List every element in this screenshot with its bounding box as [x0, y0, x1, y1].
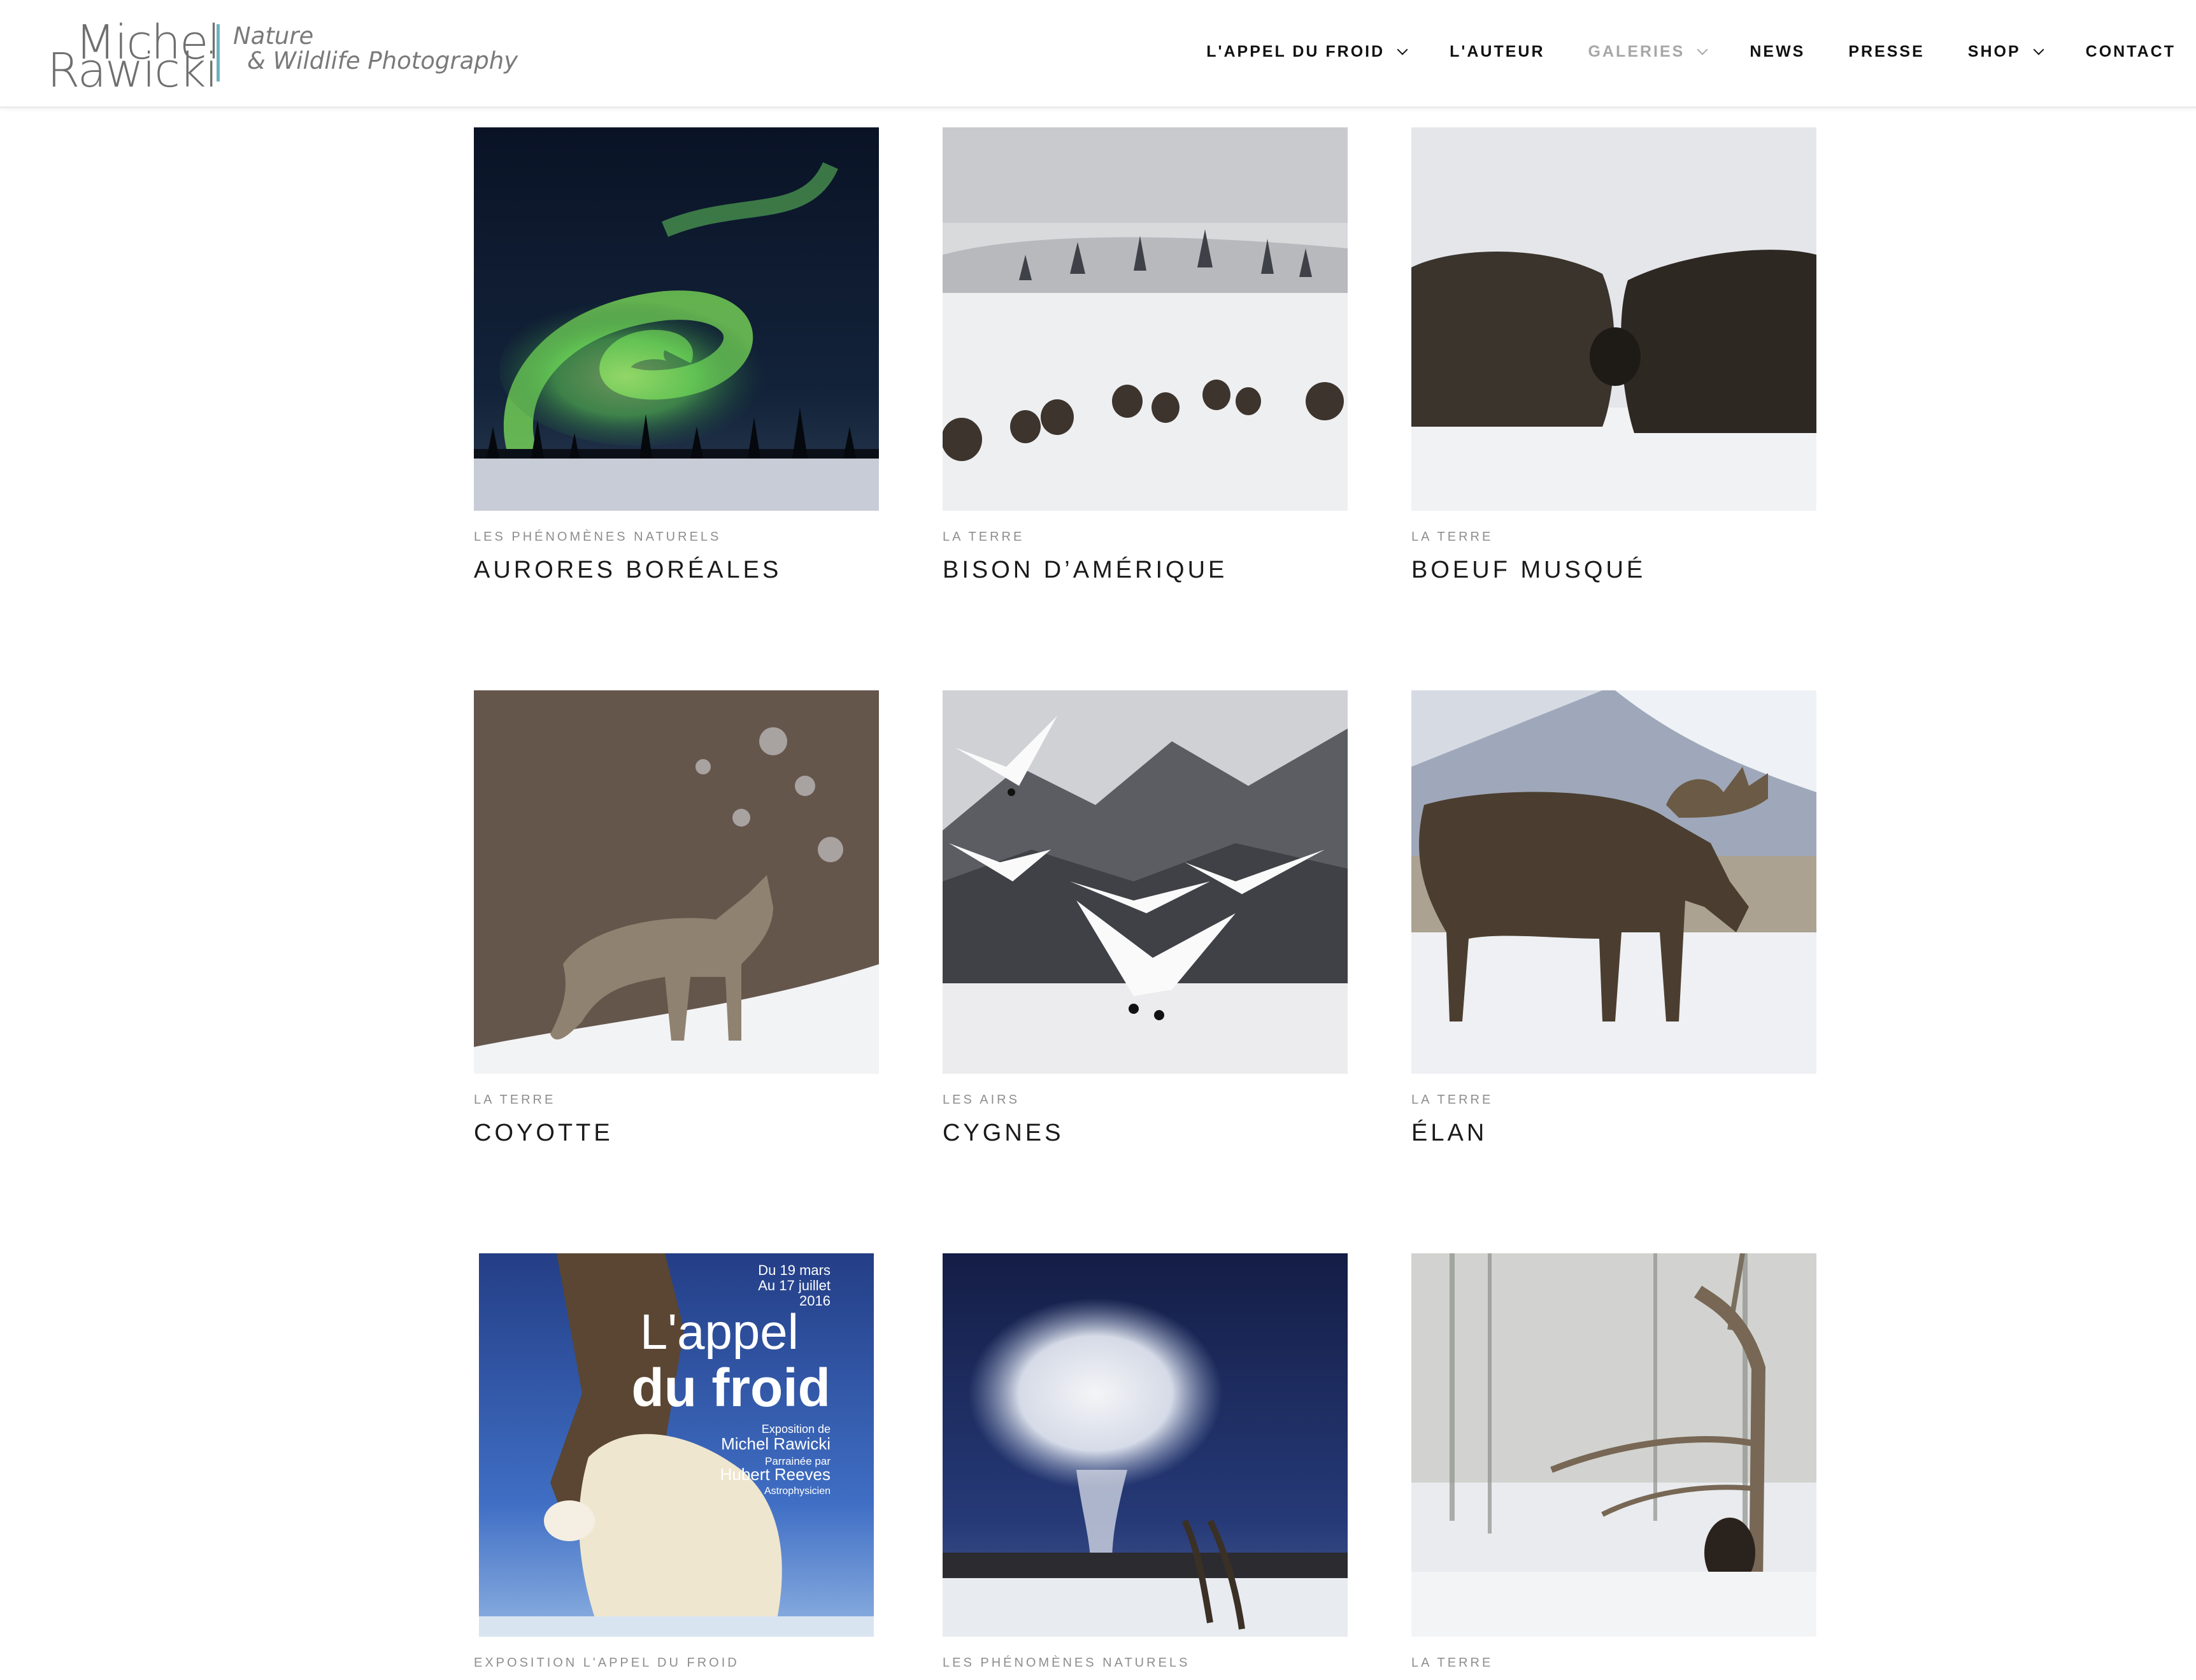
- poster-line-2: Michel Rawicki: [721, 1434, 831, 1453]
- chevron-down-icon: [1697, 44, 1708, 55]
- nav-item-label: NEWS: [1750, 42, 1806, 61]
- nav-item-label: CONTACT: [2085, 42, 2176, 61]
- gallery-title[interactable]: BISON D’AMÉRIQUE: [943, 557, 1227, 584]
- gallery-thumbnail-aurora[interactable]: [474, 127, 879, 511]
- gallery-thumbnail-poster[interactable]: Du 19 mars Au 17 juillet 2016 L'appel du…: [474, 1253, 879, 1637]
- chevron-down-icon: [2033, 44, 2044, 55]
- gallery-category: EXPOSITION L'APPEL DU FROID: [474, 1656, 739, 1670]
- nav-item-galeries[interactable]: GALERIES: [1588, 42, 1708, 61]
- gallery-title[interactable]: AURORES BORÉALES: [474, 557, 781, 584]
- gallery-category: LES PHÉNOMÈNES NATURELS: [474, 530, 722, 544]
- gallery-title[interactable]: ÉLAN: [1411, 1120, 1487, 1147]
- gallery-category: LES AIRS: [943, 1093, 1020, 1107]
- nav-item-contact[interactable]: CONTACT: [2086, 43, 2176, 61]
- main-nav: L'APPEL DU FROID L'AUTEUR GALERIES NEWS …: [1163, 36, 2176, 68]
- nav-item-auteur[interactable]: L'AUTEUR: [1450, 43, 1544, 61]
- gallery-thumbnail-swans[interactable]: [943, 690, 1348, 1074]
- gallery-category: LA TERRE: [1411, 1656, 1494, 1670]
- poster-line-4: Hubert Reeves: [720, 1465, 831, 1484]
- logo-last-name: Rawicki: [47, 43, 218, 98]
- gallery-category: LA TERRE: [1411, 530, 1494, 544]
- poster-line-5: Astrophysicien: [764, 1486, 831, 1497]
- chevron-down-icon: [1397, 44, 1408, 55]
- gallery-category: LA TERRE: [1411, 1093, 1494, 1107]
- gallery-title[interactable]: COYOTTE: [474, 1120, 613, 1147]
- poster-date-3: 2016: [799, 1293, 831, 1309]
- gallery-category: LA TERRE: [943, 530, 1025, 544]
- nav-item-shop[interactable]: SHOP: [1967, 42, 2044, 61]
- nav-item-label: SHOP: [1967, 42, 2021, 61]
- gallery-thumbnail-wolverine[interactable]: [1411, 1253, 1816, 1637]
- gallery-thumbnail-coyote[interactable]: [474, 690, 879, 1074]
- nav-item-presse[interactable]: PRESSE: [1848, 43, 1924, 61]
- poster-title-1: L'appel: [640, 1304, 799, 1360]
- gallery-thumbnail-geyser[interactable]: [943, 1253, 1348, 1637]
- logo-tagline-line-2: & Wildlife Photography: [247, 46, 518, 75]
- gallery-thumbnail-moose[interactable]: [1411, 690, 1816, 1074]
- poster-line-1: Exposition de: [762, 1423, 831, 1435]
- nav-item-label: GALERIES: [1588, 42, 1685, 61]
- nav-item-appel-du-froid[interactable]: L'APPEL DU FROID: [1206, 42, 1408, 61]
- site-header: Michel Rawicki Nature & Wildlife Photogr…: [0, 0, 2196, 108]
- nav-item-news[interactable]: NEWS: [1750, 43, 1805, 61]
- gallery-title[interactable]: CYGNES: [943, 1120, 1064, 1147]
- site-logo[interactable]: Michel Rawicki Nature & Wildlife Photogr…: [47, 19, 531, 94]
- nav-item-label: PRESSE: [1848, 42, 1925, 61]
- poster-date-2: Au 17 juillet: [758, 1278, 831, 1293]
- logo-tagline: Nature & Wildlife Photography: [233, 24, 518, 74]
- nav-item-label: L'AUTEUR: [1450, 42, 1545, 61]
- logo-divider: [217, 24, 220, 82]
- logo-name: Michel Rawicki: [47, 19, 220, 94]
- gallery-title[interactable]: BOEUF MUSQUÉ: [1411, 557, 1646, 584]
- gallery-category: LA TERRE: [474, 1093, 556, 1107]
- poster-title-2: du froid: [631, 1358, 831, 1418]
- gallery-category: LES PHÉNOMÈNES NATURELS: [943, 1656, 1190, 1670]
- poster-date-1: Du 19 mars: [758, 1262, 831, 1278]
- nav-item-label: L'APPEL DU FROID: [1206, 42, 1385, 61]
- logo-tagline-line-1: Nature: [233, 22, 314, 50]
- gallery-thumbnail-bison[interactable]: [943, 127, 1348, 511]
- gallery-thumbnail-muskox[interactable]: [1411, 127, 1816, 511]
